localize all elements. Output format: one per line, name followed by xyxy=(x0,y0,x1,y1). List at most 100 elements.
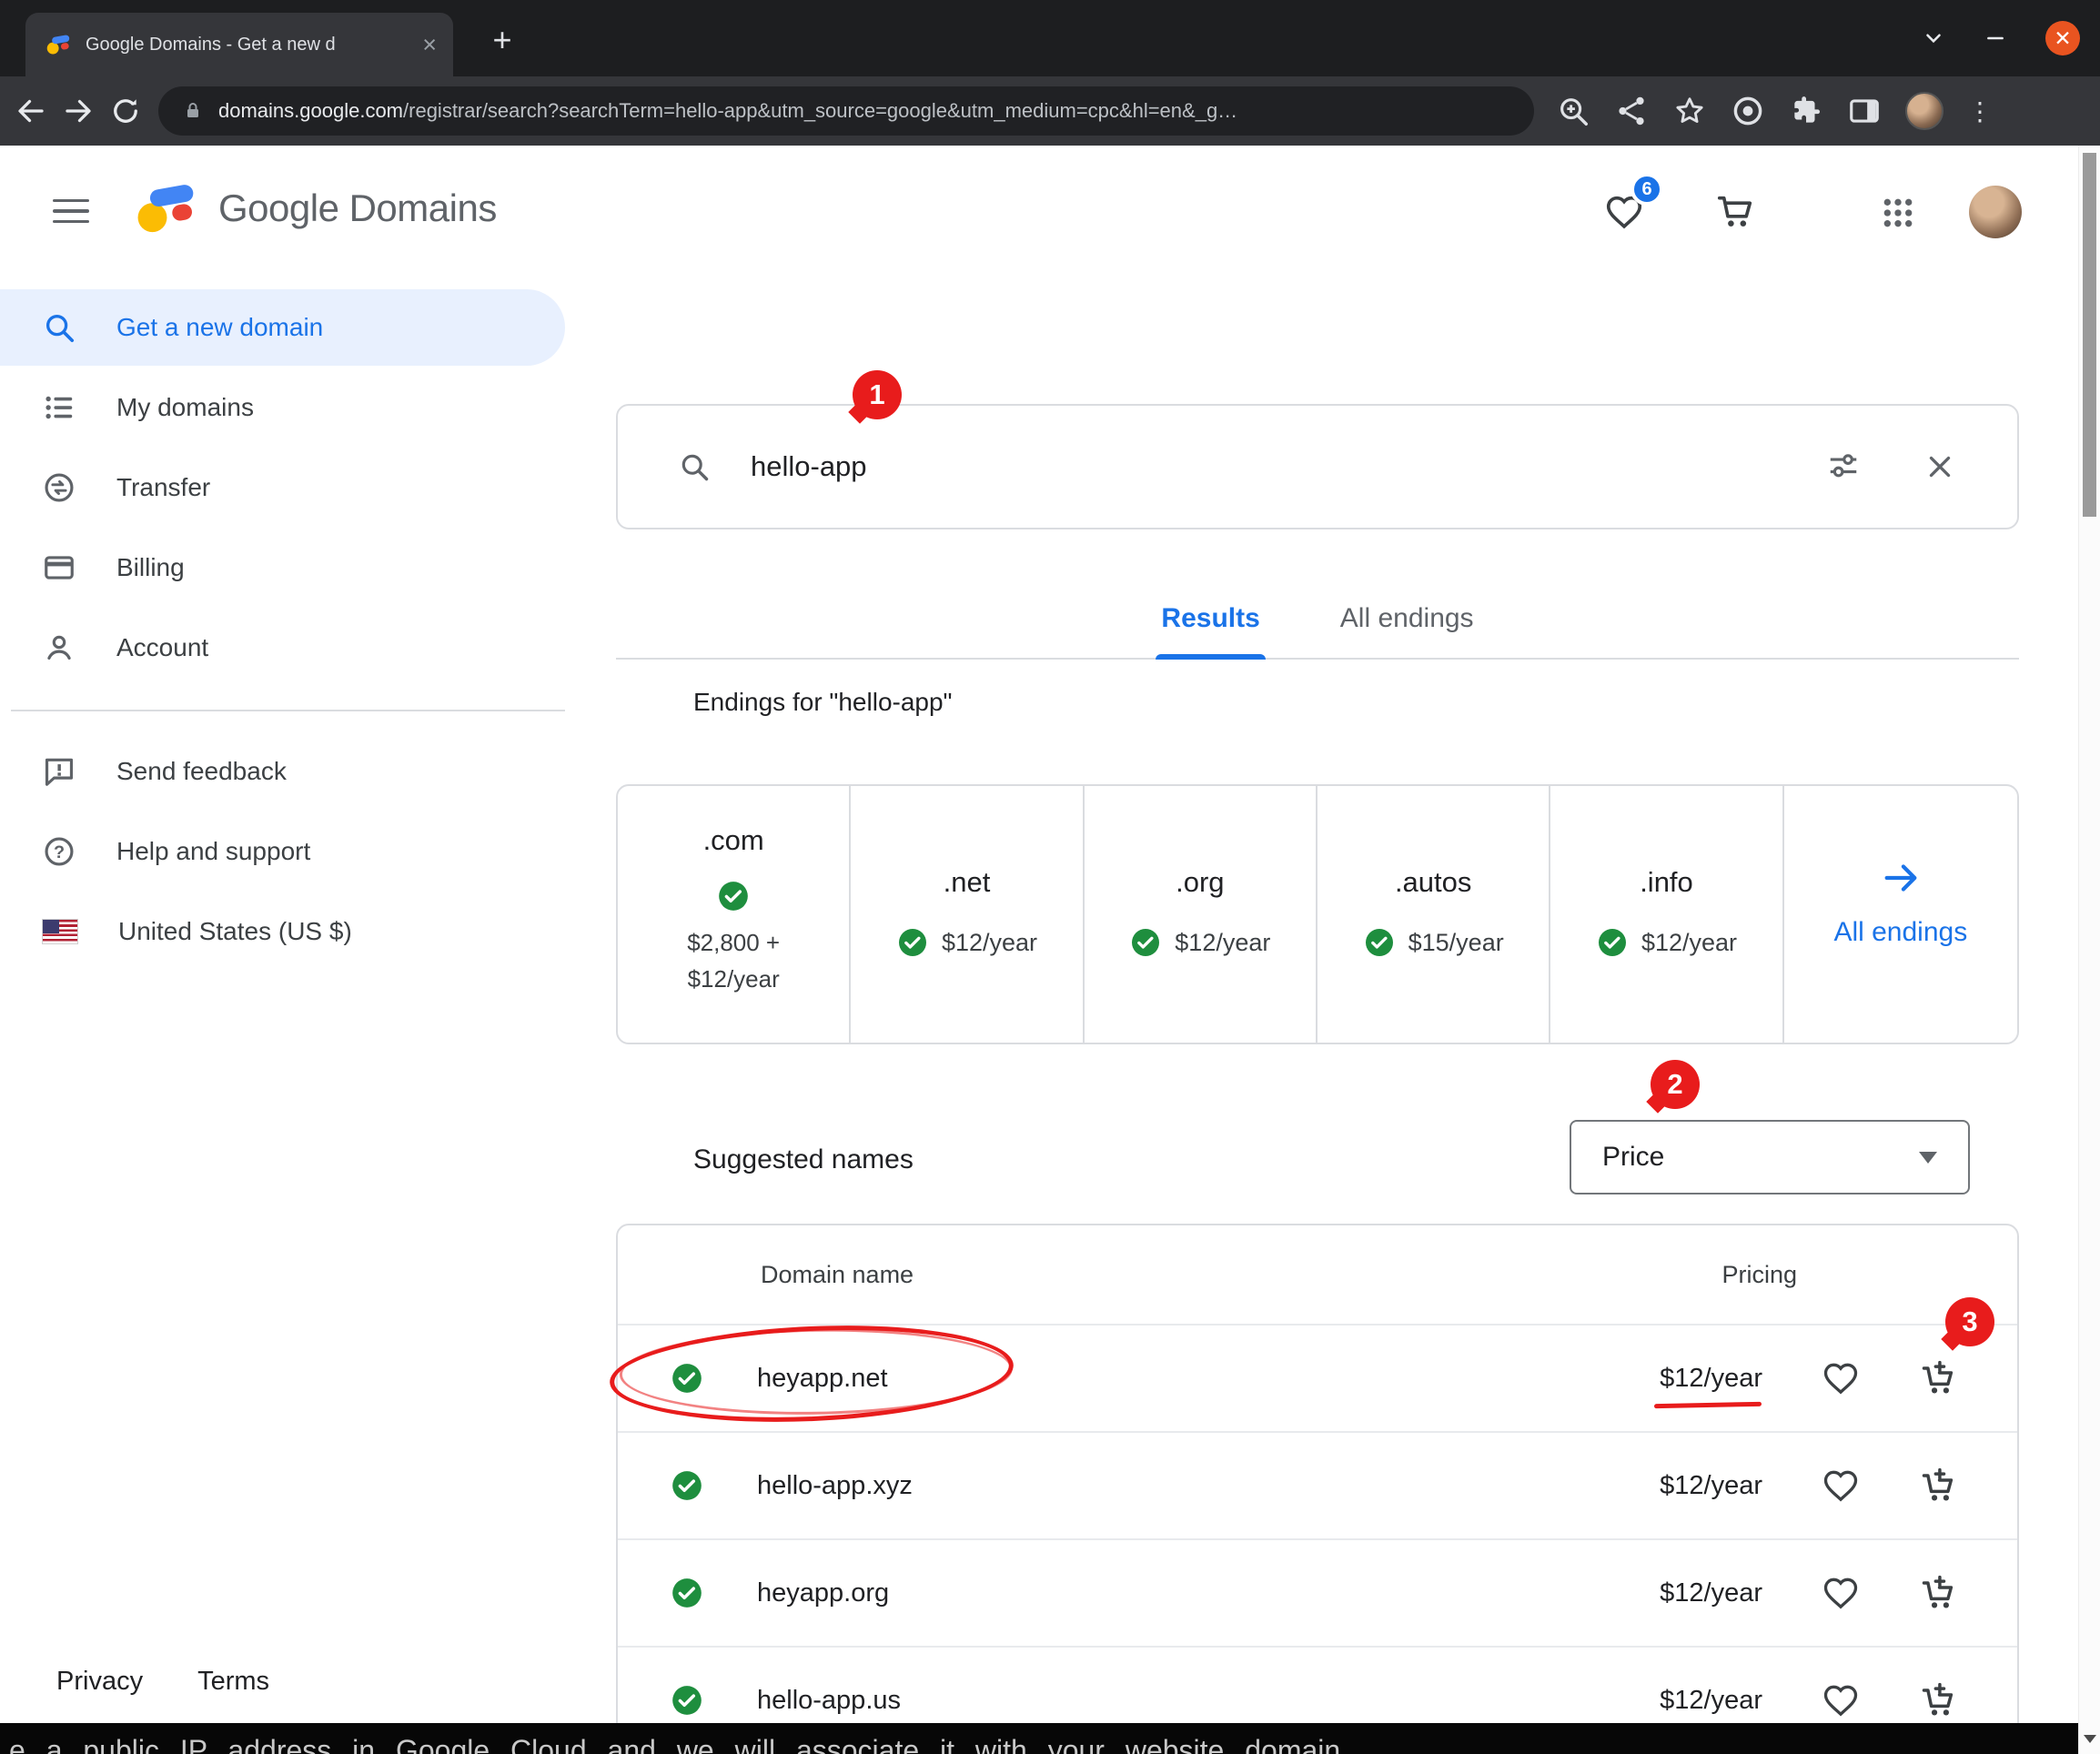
add-to-cart-icon[interactable] xyxy=(1919,1358,1959,1398)
browser-tab[interactable]: Google Domains - Get a new d × xyxy=(25,13,453,76)
tld-label: .com xyxy=(703,824,764,857)
sidebar-item-send-feedback[interactable]: Send feedback xyxy=(0,733,565,810)
sort-by-price-dropdown[interactable]: Price xyxy=(1570,1120,1970,1195)
browser-menu-kebab-icon[interactable]: ⋮ xyxy=(1967,96,1993,126)
privacy-link[interactable]: Privacy xyxy=(56,1667,143,1697)
scrollbar-thumb[interactable] xyxy=(2083,153,2096,517)
suggested-names-heading: Suggested names xyxy=(693,1144,914,1175)
price-label: $12/year xyxy=(1175,929,1270,957)
available-check-icon xyxy=(1363,926,1396,959)
available-check-icon xyxy=(670,1468,704,1503)
sidebar-item-label: Help and support xyxy=(116,837,310,866)
url-text: domains.google.com/registrar/search?sear… xyxy=(218,99,1237,123)
add-to-cart-icon[interactable] xyxy=(1919,1466,1959,1506)
favorite-heart-icon[interactable] xyxy=(1821,1358,1861,1398)
price-label: $15/year xyxy=(1408,929,1504,957)
tab-title: Google Domains - Get a new d xyxy=(86,35,408,55)
clipped-text: e a public IP address in Google Cloud an… xyxy=(9,1734,1340,1754)
footer-links: Privacy Terms xyxy=(56,1667,269,1697)
ending-card-net[interactable]: .net $12/year xyxy=(851,786,1084,1043)
sidebar-item-region-currency[interactable]: United States (US $) xyxy=(0,893,565,970)
sidebar-item-get-a-new-domain[interactable]: Get a new domain xyxy=(0,289,565,366)
all-endings-card[interactable]: All endings xyxy=(1784,786,2017,1043)
column-domain-name: Domain name xyxy=(618,1261,914,1289)
sidebar-item-transfer[interactable]: Transfer xyxy=(0,449,565,526)
page-scrollbar[interactable] xyxy=(2078,146,2100,1754)
account-avatar[interactable] xyxy=(1969,186,2022,238)
brand[interactable]: Google Domains xyxy=(133,182,497,235)
zoom-icon[interactable] xyxy=(1556,94,1590,128)
favorite-heart-icon[interactable] xyxy=(1821,1680,1861,1720)
lock-icon[interactable] xyxy=(182,100,204,122)
bookmark-star-icon[interactable] xyxy=(1672,94,1707,128)
new-tab-button[interactable]: + xyxy=(482,20,522,60)
sidebar-item-label: Billing xyxy=(116,553,185,582)
credit-card-icon xyxy=(42,550,76,585)
tld-label: .autos xyxy=(1395,866,1471,899)
scrollbar-down-arrow[interactable] xyxy=(2079,1725,2100,1752)
help-icon: ? xyxy=(42,834,76,869)
domain-price: $12/year xyxy=(1626,1686,1762,1716)
window-close-icon[interactable]: ✕ xyxy=(2045,21,2080,55)
forward-icon[interactable] xyxy=(62,95,95,127)
ending-card-com[interactable]: .com $2,800 +$12/year xyxy=(618,786,851,1043)
sidebar-item-billing[interactable]: Billing xyxy=(0,529,565,606)
arrow-right-icon xyxy=(1880,857,1922,899)
sidebar-item-label: Account xyxy=(116,633,208,662)
ending-card-org[interactable]: .org $12/year xyxy=(1085,786,1318,1043)
add-to-cart-icon[interactable] xyxy=(1919,1680,1959,1720)
share-icon[interactable] xyxy=(1614,94,1649,128)
main-content: Results All endings Endings for "hello-a… xyxy=(565,278,2100,1754)
sidebar-item-label: Transfer xyxy=(116,473,210,502)
sidebar-item-account[interactable]: Account xyxy=(0,610,565,686)
hamburger-menu-icon[interactable] xyxy=(53,193,89,229)
tab-all-endings[interactable]: All endings xyxy=(1335,603,1479,658)
search-icon xyxy=(678,450,711,483)
transfer-icon xyxy=(42,470,76,505)
sidebar-item-my-domains[interactable]: My domains xyxy=(0,369,565,446)
google-domains-logo-icon xyxy=(133,182,198,235)
sidebar: Get a new domain My domains Transfer Bil… xyxy=(0,278,565,973)
ending-card-info[interactable]: .info $12/year xyxy=(1550,786,1783,1043)
endings-cards: .com $2,800 +$12/year .net $12/year .org… xyxy=(616,784,2019,1044)
tab-close-icon[interactable]: × xyxy=(422,33,437,57)
filter-tune-icon[interactable] xyxy=(1826,449,1861,484)
annotation-marker-1: 1 xyxy=(853,370,902,419)
sidebar-item-label: My domains xyxy=(116,393,254,422)
ending-card-autos[interactable]: .autos $15/year xyxy=(1318,786,1550,1043)
window-minimize-icon[interactable] xyxy=(1984,26,2007,50)
sidebar-item-label: United States (US $) xyxy=(118,917,352,946)
app-header: Google Domains 6 xyxy=(0,146,2100,278)
sidebar-item-help-and-support[interactable]: ? Help and support xyxy=(0,813,565,890)
domain-name: heyapp.org xyxy=(757,1578,889,1608)
add-to-cart-icon[interactable] xyxy=(1919,1573,1959,1613)
table-row[interactable]: hello-app.xyz $12/year xyxy=(618,1431,2017,1538)
price-label: $12/year xyxy=(1641,929,1737,957)
favorite-heart-icon[interactable] xyxy=(1821,1466,1861,1506)
domain-search-input[interactable] xyxy=(751,450,1786,483)
cart-icon[interactable] xyxy=(1714,191,1756,233)
tab-results[interactable]: Results xyxy=(1156,603,1265,658)
reload-icon[interactable] xyxy=(109,95,142,127)
terms-link[interactable]: Terms xyxy=(197,1667,269,1697)
price-label: $2,800 +$12/year xyxy=(687,924,780,998)
google-apps-grid-icon[interactable] xyxy=(1880,195,1916,231)
clear-search-icon[interactable] xyxy=(1923,449,1957,484)
table-row[interactable]: heyapp.org $12/year xyxy=(618,1538,2017,1646)
brand-title: Google Domains xyxy=(218,186,497,230)
domain-price: $12/year xyxy=(1626,1471,1762,1501)
domain-search-box[interactable] xyxy=(616,404,2019,529)
browser-profile-avatar[interactable] xyxy=(1905,92,1944,130)
person-icon xyxy=(42,630,76,665)
all-endings-label: All endings xyxy=(1833,917,1967,948)
window-menu-chevron-icon[interactable] xyxy=(1922,26,1945,50)
back-icon[interactable] xyxy=(15,95,47,127)
annotation-marker-3: 3 xyxy=(1945,1297,1994,1346)
side-panel-icon[interactable] xyxy=(1847,94,1882,128)
extensions-puzzle-icon[interactable] xyxy=(1789,94,1823,128)
browser-tab-strip: Google Domains - Get a new d × + ✕ xyxy=(0,0,2100,76)
us-flag-icon xyxy=(42,919,78,944)
address-bar[interactable]: domains.google.com/registrar/search?sear… xyxy=(158,86,1534,136)
favorite-heart-icon[interactable] xyxy=(1821,1573,1861,1613)
password-manager-extension-icon[interactable] xyxy=(1731,94,1765,128)
